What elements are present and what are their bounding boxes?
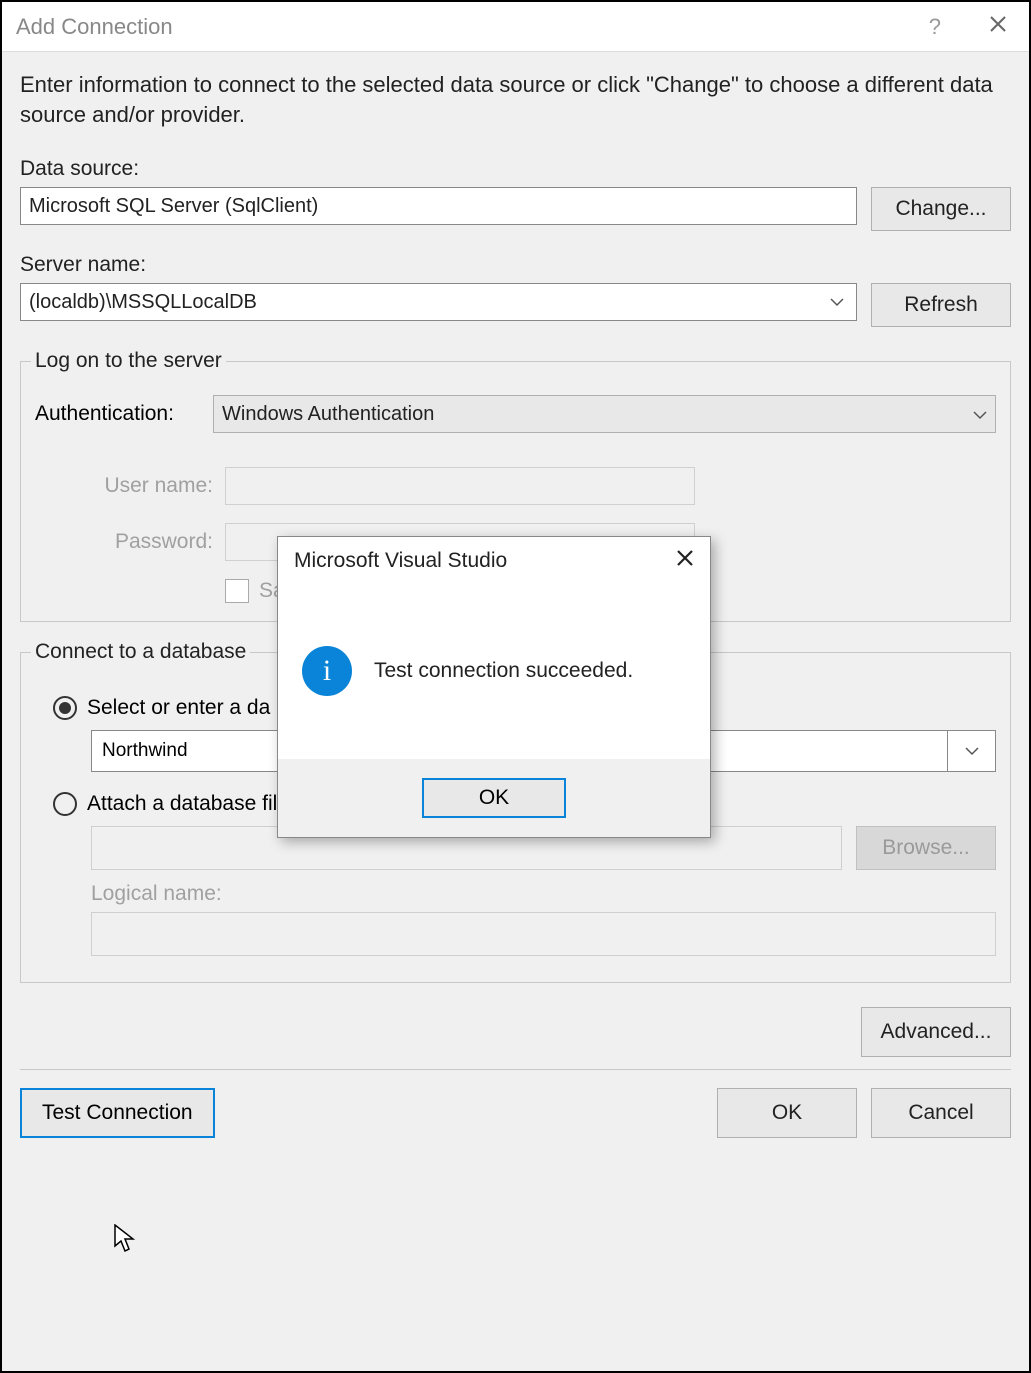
advanced-button[interactable]: Advanced... [861, 1007, 1011, 1057]
titlebar: Add Connection ? [2, 2, 1029, 52]
close-icon[interactable] [981, 11, 1015, 43]
save-password-checkbox [225, 579, 249, 603]
chevron-down-icon [973, 403, 987, 426]
data-source-input[interactable]: Microsoft SQL Server (SqlClient) [20, 187, 857, 225]
database-name-value: Northwind [102, 740, 188, 762]
username-label: User name: [83, 474, 213, 498]
message-box-title: Microsoft Visual Studio [294, 549, 676, 573]
change-button[interactable]: Change... [871, 187, 1011, 231]
instructions-text: Enter information to connect to the sele… [20, 70, 1011, 129]
logical-name-label: Logical name: [91, 882, 996, 906]
dialog-title: Add Connection [16, 14, 929, 40]
chevron-down-icon[interactable] [947, 731, 995, 771]
message-box-text: Test connection succeeded. [374, 659, 633, 683]
ok-button[interactable]: OK [717, 1088, 857, 1138]
authentication-value: Windows Authentication [222, 403, 434, 426]
password-label: Password: [83, 530, 213, 554]
authentication-label: Authentication: [35, 402, 195, 426]
radio-select-db-label: Select or enter a da [87, 696, 270, 720]
message-box: Microsoft Visual Studio i Test connectio… [277, 536, 711, 838]
data-source-value: Microsoft SQL Server (SqlClient) [29, 195, 318, 218]
server-name-label: Server name: [20, 253, 1011, 277]
refresh-button[interactable]: Refresh [871, 283, 1011, 327]
data-source-label: Data source: [20, 157, 1011, 181]
server-name-combo[interactable]: (localdb)\MSSQLLocalDB [20, 283, 857, 321]
close-icon[interactable] [676, 549, 694, 573]
logical-name-input [91, 912, 996, 956]
radio-attach-file-label: Attach a database file: [87, 792, 295, 816]
radio-attach-file[interactable] [53, 792, 77, 816]
chevron-down-icon [830, 294, 844, 310]
server-name-value: (localdb)\MSSQLLocalDB [29, 291, 257, 314]
message-box-ok-button[interactable]: OK [422, 778, 566, 818]
browse-button: Browse... [856, 826, 996, 870]
info-icon: i [302, 646, 352, 696]
authentication-dropdown[interactable]: Windows Authentication [213, 395, 996, 433]
test-connection-button[interactable]: Test Connection [20, 1088, 215, 1138]
username-input [225, 467, 695, 505]
logon-legend: Log on to the server [31, 349, 226, 373]
cancel-button[interactable]: Cancel [871, 1088, 1011, 1138]
help-icon[interactable]: ? [929, 14, 941, 40]
radio-select-db[interactable] [53, 696, 77, 720]
connect-db-legend: Connect to a database [31, 640, 250, 664]
